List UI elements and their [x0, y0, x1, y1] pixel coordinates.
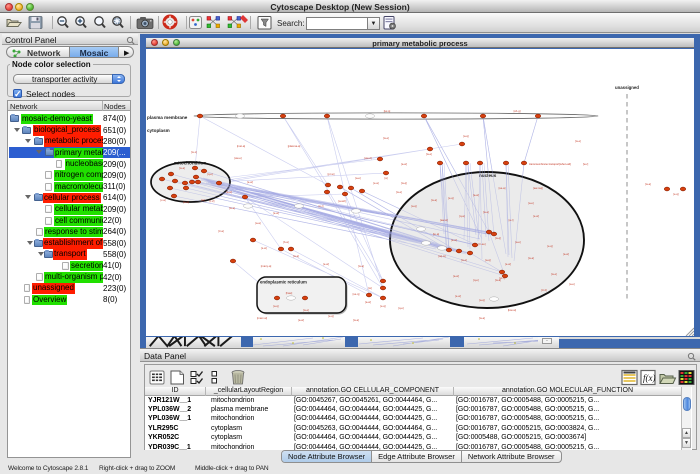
svg-text:[tr-a]: [tr-a] — [218, 229, 224, 233]
svg-text:[pr-w]: [pr-w] — [328, 172, 335, 176]
svg-text:[w-e]: [w-e] — [461, 258, 467, 262]
svg-text:[w-e]: [w-e] — [303, 308, 309, 312]
svg-text:[met-a]: [met-a] — [237, 144, 246, 148]
svg-text:[w-a]: [w-a] — [431, 198, 437, 202]
svg-text:[w-a]: [w-a] — [229, 206, 235, 210]
svg-text:[low-w]: [low-w] — [508, 308, 517, 312]
svg-text:[a-e]: [a-e] — [569, 282, 575, 286]
svg-text:[e-w]: [e-w] — [533, 214, 539, 218]
svg-text:[a-w]: [a-w] — [365, 300, 371, 304]
svg-text:[a-q]: [a-q] — [411, 204, 417, 208]
svg-text:[w-q]: [w-q] — [495, 236, 501, 240]
svg-text:[a-e]: [a-e] — [515, 240, 521, 244]
svg-text:[w-e]: [w-e] — [575, 139, 581, 143]
svg-text:unassigned: unassigned — [615, 85, 639, 90]
svg-text:[a-q]: [a-q] — [479, 298, 485, 302]
svg-text:[w-a]: [w-a] — [358, 264, 364, 268]
svg-text:[w-e]: [w-e] — [383, 136, 389, 140]
svg-text:f(x): f(x) — [643, 373, 656, 383]
svg-text:[q-e]: [q-e] — [473, 278, 479, 282]
svg-text:[a-q]: [a-q] — [485, 258, 491, 262]
svg-text:[q-a]: [q-a] — [459, 214, 465, 218]
svg-text:[a-w]: [a-w] — [226, 190, 232, 194]
svg-text:[tr-ee]: [tr-ee] — [478, 242, 485, 246]
svg-text:[aw-e]: [aw-e] — [234, 156, 242, 160]
svg-text:[w-e]: [w-e] — [426, 152, 432, 156]
svg-text:[e-q]: [e-q] — [547, 244, 553, 248]
svg-text:[e-q]: [e-q] — [380, 304, 386, 308]
svg-text:[a-r]: [a-r] — [509, 218, 514, 222]
svg-text:[x-a]: [x-a] — [160, 198, 165, 202]
svg-text:[a-e]: [a-e] — [528, 201, 534, 205]
svg-text:[te-a]: [te-a] — [433, 232, 439, 236]
svg-text:[a]: [a] — [385, 176, 388, 180]
svg-text:[uh-g]: [uh-g] — [514, 109, 521, 113]
svg-text:[w-a]: [w-a] — [645, 182, 651, 186]
svg-text:[aw-req]: [aw-req] — [533, 186, 543, 190]
svg-text:[w-x]: [w-x] — [191, 150, 197, 154]
svg-text:[e-q]: [e-q] — [328, 314, 334, 318]
svg-text:[a-a]: [a-a] — [255, 221, 261, 225]
svg-text:[q-e]: [q-e] — [207, 172, 213, 176]
svg-text:[a-w]: [a-w] — [453, 274, 459, 278]
svg-text:[b-a]: [b-a] — [283, 240, 289, 244]
svg-text:[plasma-a]: [plasma-a] — [288, 144, 301, 148]
svg-text:[a-w2]: [a-w2] — [338, 199, 346, 203]
svg-text:[aq-w]: [aq-w] — [438, 254, 446, 258]
svg-text:[se-a]: [se-a] — [499, 186, 506, 190]
svg-text:[w-q]: [w-q] — [401, 181, 407, 185]
svg-text:[se-q]: [se-q] — [353, 292, 360, 296]
svg-text:[s-w]: [s-w] — [261, 246, 267, 250]
svg-text:[e-q]: [e-q] — [673, 192, 679, 196]
svg-text:[w-a]: [w-a] — [528, 256, 534, 260]
svg-text:plasma membrane: plasma membrane — [147, 115, 188, 120]
svg-text:[marc-w]: [marc-w] — [257, 316, 268, 320]
svg-text:[w-e]: [w-e] — [396, 190, 402, 194]
svg-text:[e-a]: [e-a] — [183, 200, 189, 204]
svg-text:[a-q]: [a-q] — [273, 304, 279, 308]
svg-text:[e-r]: [e-r] — [319, 204, 324, 208]
svg-text:[a-e]: [a-e] — [355, 176, 361, 180]
svg-text:[a-q]: [a-q] — [463, 134, 469, 138]
svg-text:[e-q]: [e-q] — [448, 196, 454, 200]
svg-text:[q-e]: [q-e] — [398, 306, 404, 310]
svg-text:[e-w]: [e-w] — [323, 262, 329, 266]
svg-text:[w-a]: [w-a] — [179, 166, 185, 170]
svg-text:[e-w]: [e-w] — [273, 211, 279, 215]
svg-text:cytoplasm: cytoplasm — [147, 128, 170, 133]
svg-text:[w-a]: [w-a] — [353, 318, 359, 322]
svg-text:[e-w]: [e-w] — [505, 262, 511, 266]
svg-text:[a-w]: [a-w] — [473, 193, 479, 197]
svg-text:[w]: [w] — [368, 286, 372, 290]
svg-text:nucleus: nucleus — [479, 173, 497, 178]
svg-text:[w-e]: [w-e] — [483, 210, 489, 214]
svg-text:[aw-w]: [aw-w] — [440, 218, 448, 222]
svg-text:[w-e]: [w-e] — [551, 272, 557, 276]
svg-text:mitochondrion: mitochondrion — [174, 160, 206, 165]
svg-text:[tw-o]: [tw-o] — [384, 109, 391, 113]
svg-text:[aw-2]: [aw-2] — [364, 156, 372, 160]
svg-text:[e-w]: [e-w] — [455, 294, 461, 298]
svg-text:[3-4]: [3-4] — [541, 288, 547, 292]
svg-text:[r-2]: [r-2] — [210, 199, 215, 203]
svg-text:[a-w]: [a-w] — [451, 238, 457, 242]
svg-text:[a-w]: [a-w] — [298, 318, 304, 322]
svg-text:[w-r]: [w-r] — [583, 162, 588, 166]
svg-text:[w-a]: [w-a] — [479, 316, 485, 320]
svg-text:endoplasmic reticulum: endoplasmic reticulum — [260, 279, 307, 284]
svg-text:[haw]: [haw] — [286, 291, 293, 295]
svg-text:[a-w]: [a-w] — [401, 162, 407, 166]
svg-text:[many-a]: [many-a] — [261, 264, 272, 268]
svg-text:[w-r]: [w-r] — [499, 276, 504, 280]
svg-text:[w]: [w] — [201, 198, 205, 202]
svg-text:transmembrane transport[when-a: transmembrane transport[when-alt] — [529, 162, 571, 166]
svg-text:[a-w]: [a-w] — [563, 252, 569, 256]
svg-text:[e-w]: [e-w] — [247, 180, 253, 184]
svg-text:[w-a]: [w-a] — [293, 254, 299, 258]
svg-text:[e-a]: [e-a] — [373, 181, 379, 185]
